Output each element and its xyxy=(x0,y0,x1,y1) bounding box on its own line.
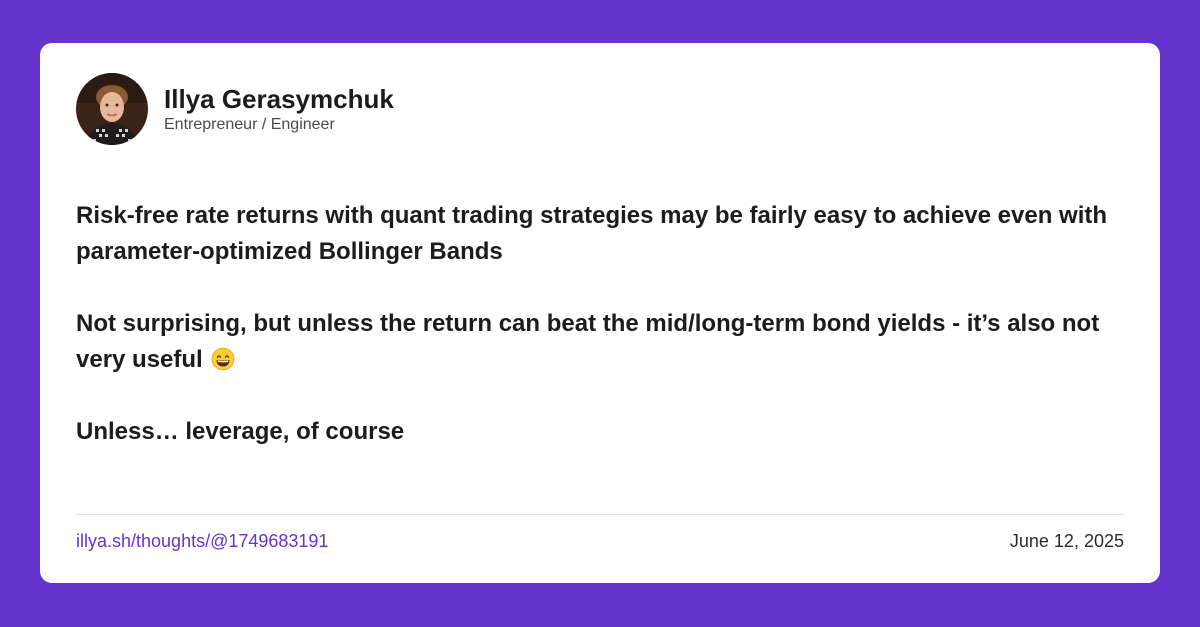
post-paragraph: Unless… leverage, of course xyxy=(76,414,1126,450)
permalink[interactable]: illya.sh/thoughts/@1749683191 xyxy=(76,529,328,553)
post-paragraph: Risk-free rate returns with quant tradin… xyxy=(76,198,1126,270)
grinning-face-emoji-icon xyxy=(212,347,235,371)
author-info: Illya Gerasymchuk Entrepreneur / Enginee… xyxy=(164,83,394,135)
avatar-image xyxy=(76,73,148,145)
footer-divider xyxy=(76,514,1124,515)
post-paragraph: Not surprising, but unless the return ca… xyxy=(76,306,1126,378)
post-date: June 12, 2025 xyxy=(1009,531,1124,551)
post-body: Risk-free rate returns with quant tradin… xyxy=(76,198,1126,486)
post-paragraph-text: Risk-free rate returns with quant tradin… xyxy=(76,202,1108,265)
thought-card: Illya Gerasymchuk Entrepreneur / Enginee… xyxy=(40,43,1160,583)
author-role: Entrepreneur / Engineer xyxy=(164,116,335,133)
author-name: Illya Gerasymchuk xyxy=(164,84,394,114)
author-header: Illya Gerasymchuk Entrepreneur / Enginee… xyxy=(76,73,394,145)
avatar xyxy=(76,73,148,145)
post-paragraph-text: Unless… leverage, of course xyxy=(76,418,405,445)
